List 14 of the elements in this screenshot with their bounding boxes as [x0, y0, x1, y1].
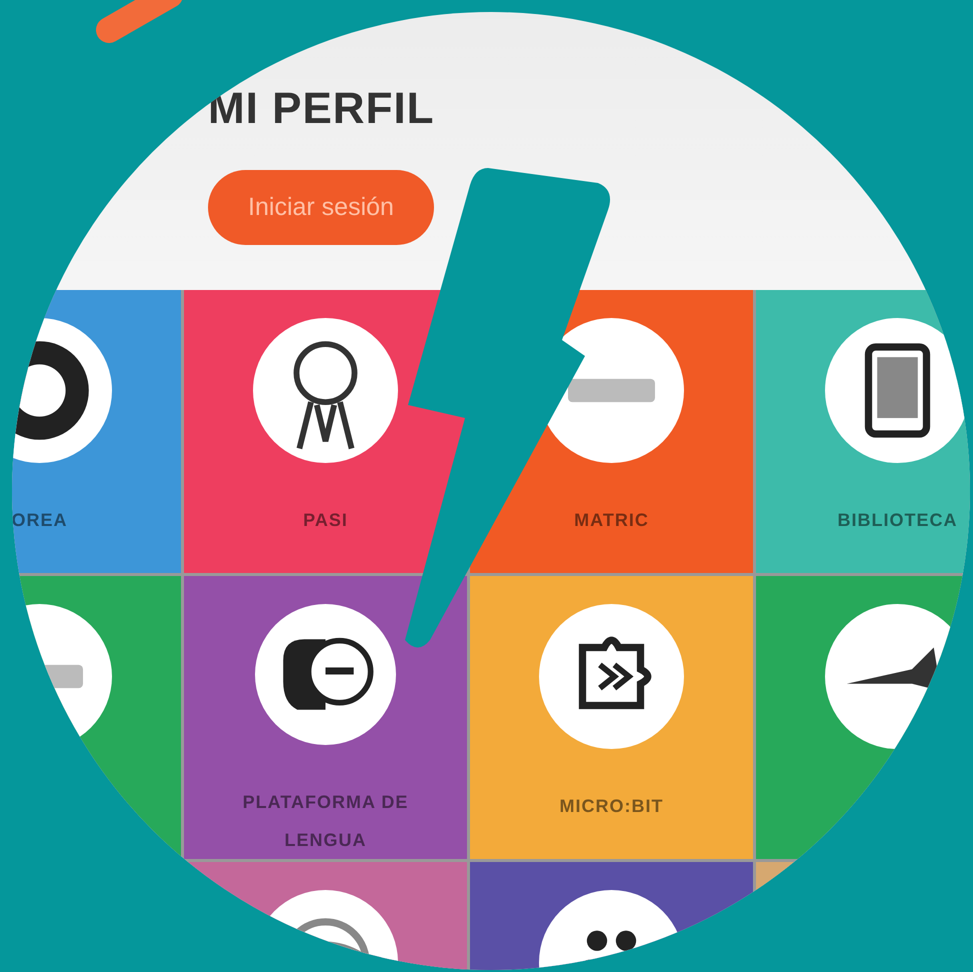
app-tile[interactable]: PLATAFORMA DE LENGUA — [184, 576, 467, 859]
tile-label: OREA — [12, 509, 68, 532]
login-button[interactable]: Iniciar sesión — [208, 170, 434, 245]
tile-label: BIBLIOTECA — [836, 509, 958, 532]
tile-label: PLATAFORMA DE LENGUA — [242, 791, 410, 852]
app-logo-icon — [253, 318, 398, 463]
tile-label: PASI — [302, 509, 349, 532]
app-tile[interactable]: OREA — [12, 290, 181, 573]
app-tile[interactable]: MICRO:BIT — [470, 576, 753, 859]
app-logo-icon — [539, 604, 684, 749]
app-tile[interactable]: BIBLIOTECA — [756, 290, 970, 573]
tile-label: MATRIC — [573, 509, 650, 532]
tile-label: MICRO:BIT — [558, 795, 664, 818]
app-logo-icon — [253, 604, 398, 745]
